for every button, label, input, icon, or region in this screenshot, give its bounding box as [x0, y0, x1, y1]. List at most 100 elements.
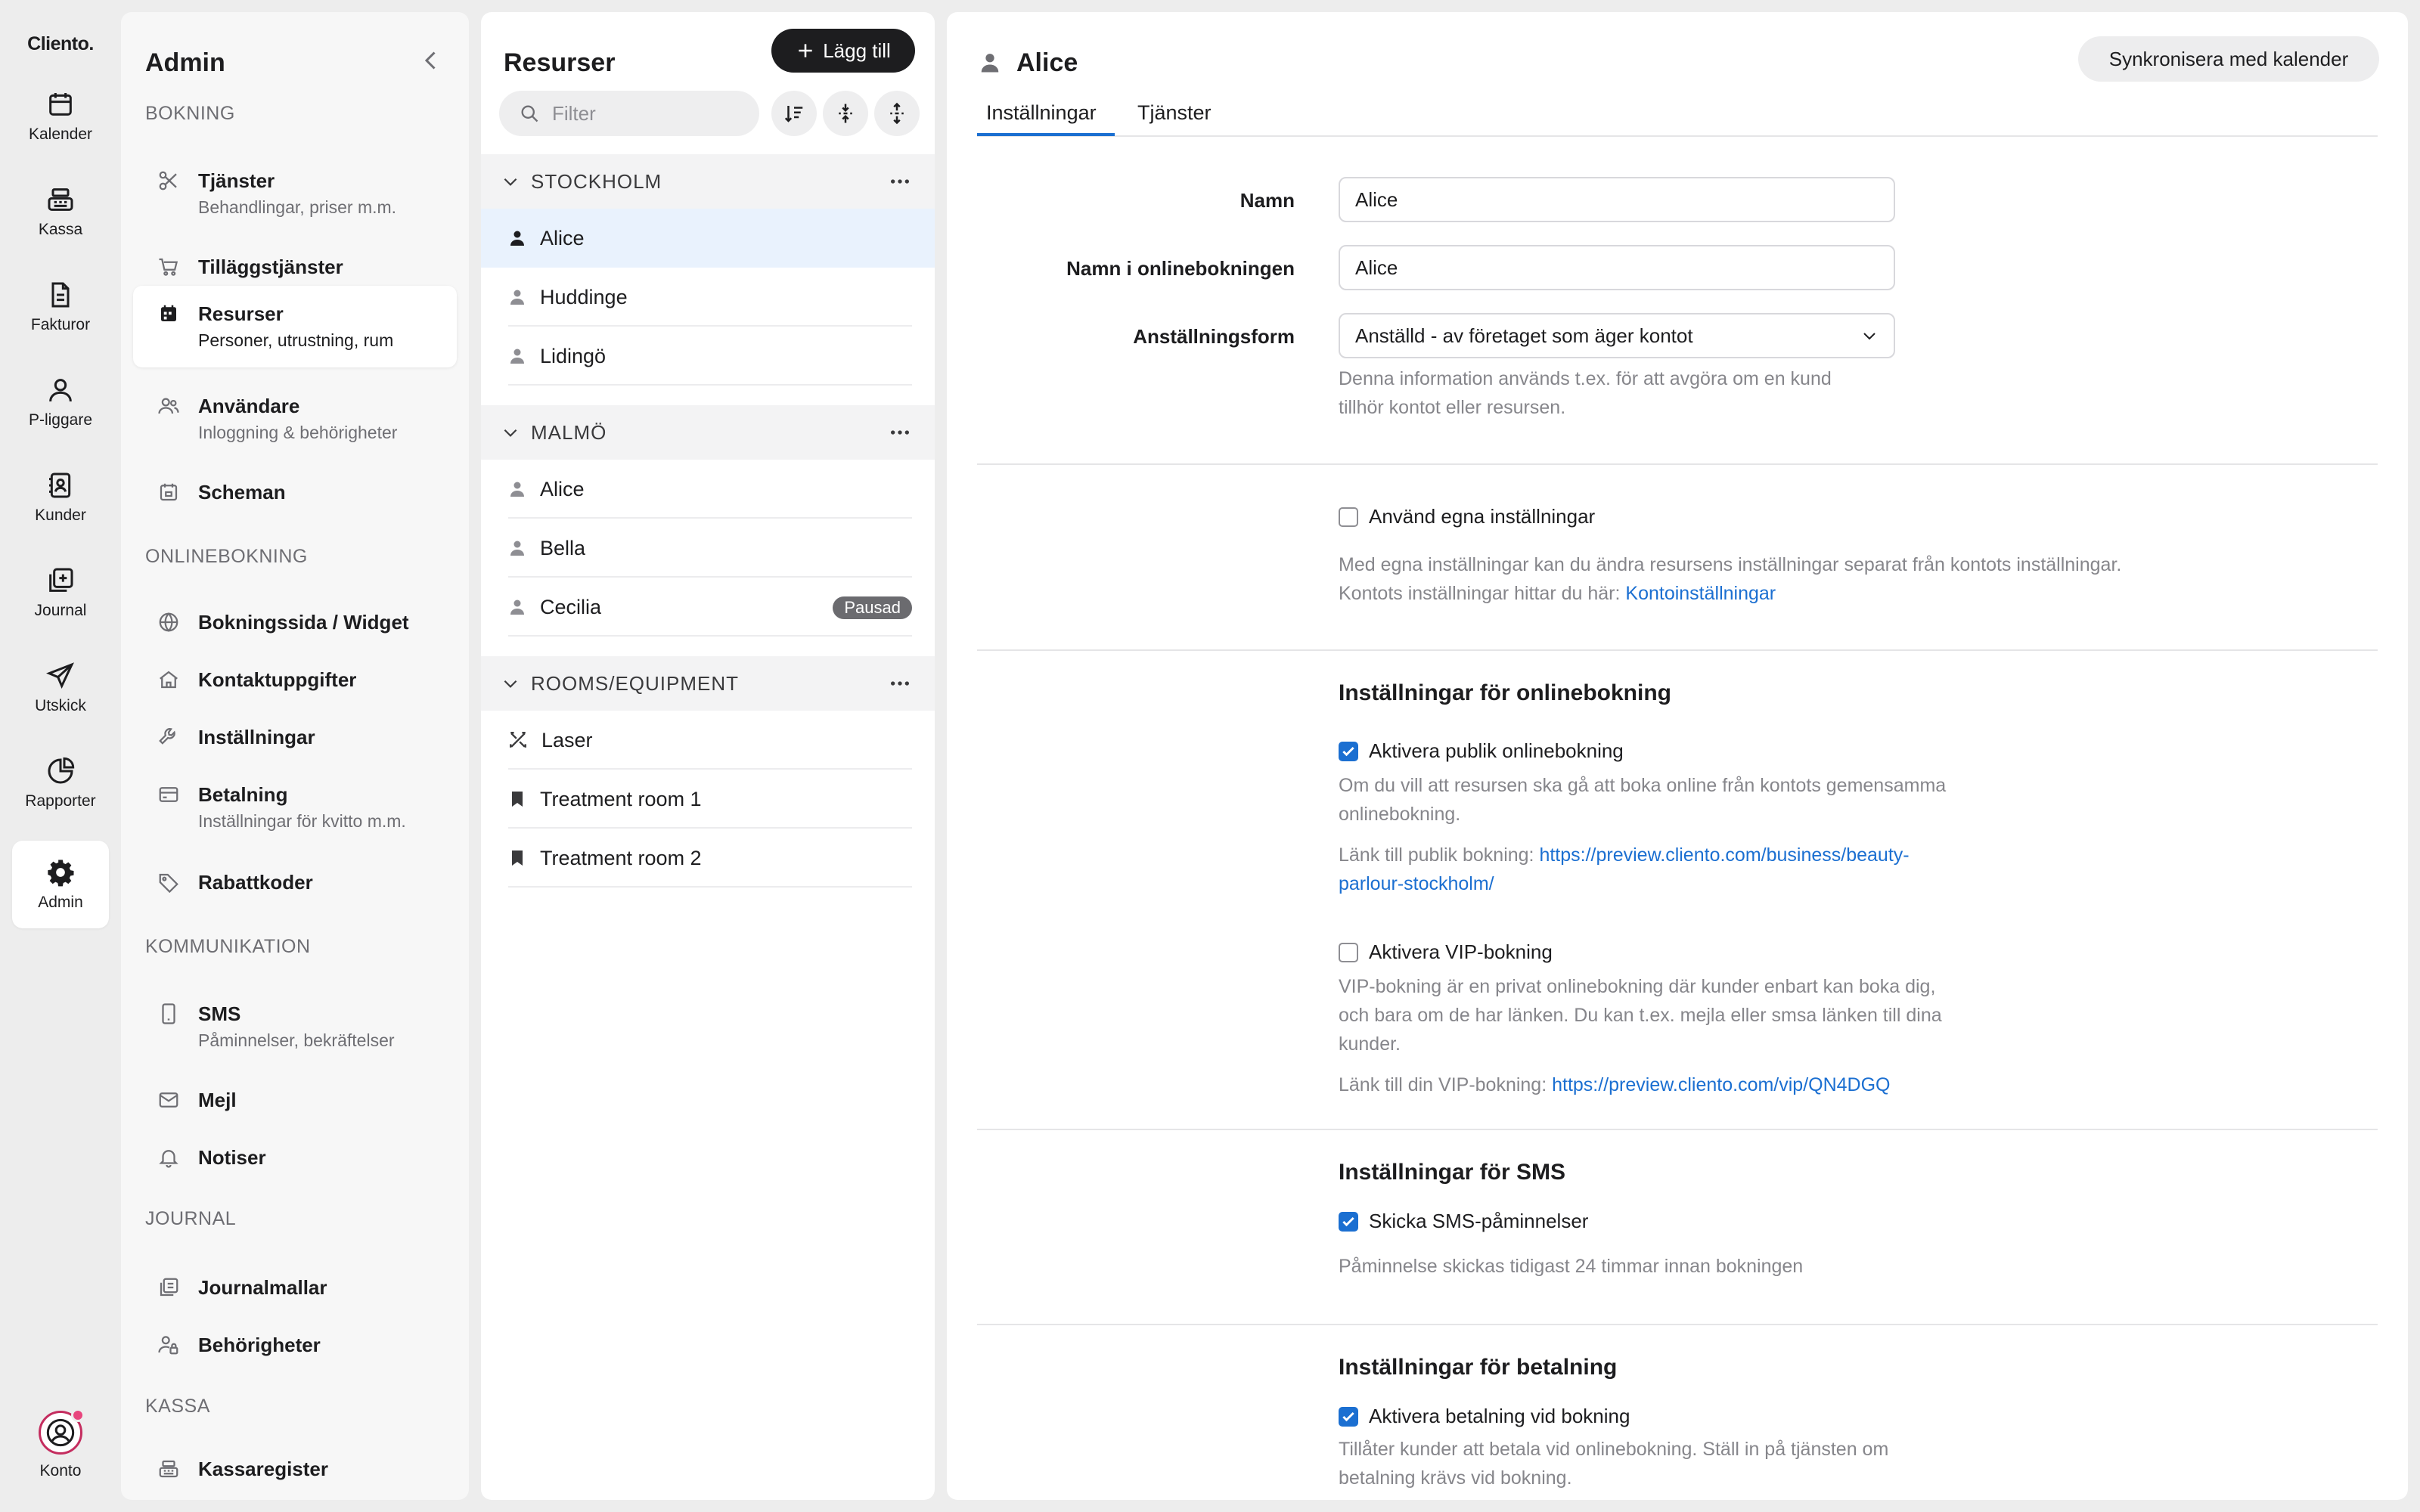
- chevron-left-icon[interactable]: [417, 47, 445, 74]
- public-booking-link[interactable]: https://preview.cliento.com/business/bea…: [1539, 844, 1909, 866]
- checkmark-icon: [1342, 1216, 1354, 1226]
- phone-icon: [162, 1003, 175, 1024]
- vip-booking-checkbox-row[interactable]: Aktivera VIP-bokning: [1339, 940, 1553, 964]
- users-icon: [158, 398, 179, 414]
- resource-row-treatment-room-2[interactable]: Treatment room 2: [481, 829, 935, 888]
- resource-title: Alice: [1016, 48, 1078, 77]
- person-icon: [510, 541, 524, 556]
- more-icon[interactable]: [888, 420, 912, 445]
- person-icon: [981, 54, 999, 73]
- account-settings-link[interactable]: Kontoinställningar: [1625, 583, 1776, 604]
- nav-item-installningar[interactable]: Inställningar: [133, 711, 457, 764]
- add-resource-button[interactable]: Lägg till: [771, 29, 915, 73]
- rail-item-kassa[interactable]: Kassa: [12, 168, 109, 256]
- sync-calendar-button[interactable]: Synkronisera med kalender: [2078, 36, 2379, 82]
- rail-item-rapporter[interactable]: Rapporter: [12, 739, 109, 827]
- section-divider: [977, 1324, 2378, 1325]
- nav-item-scheman[interactable]: Scheman: [133, 466, 457, 519]
- active-tab-indicator: [977, 133, 1115, 136]
- sms-reminder-checkbox[interactable]: [1339, 1211, 1358, 1232]
- public-booking-link-cont[interactable]: parlour-stockholm/: [1339, 873, 1494, 894]
- more-icon[interactable]: [888, 169, 912, 194]
- sort-icon: [784, 106, 803, 122]
- cart-icon: [159, 258, 178, 276]
- vip-booking-link[interactable]: https://preview.cliento.com/vip/QN4DGQ: [1552, 1074, 1890, 1095]
- calendar-icon: [49, 93, 72, 116]
- nav-item-tjanster[interactable]: Tjänster Behandlingar, priser m.m.: [133, 153, 457, 228]
- name-field[interactable]: [1339, 177, 1895, 222]
- tab-installningar[interactable]: Inställningar: [986, 101, 1097, 125]
- resource-row-laser[interactable]: Laser: [481, 711, 935, 770]
- rail-item-admin[interactable]: Admin: [12, 841, 109, 928]
- mail-icon: [159, 1092, 178, 1108]
- employment-help: Denna information används t.ex. för att …: [1339, 368, 1832, 418]
- app-logo: Cliento.: [27, 33, 94, 54]
- group-header-malmo[interactable]: MALMÖ: [481, 405, 935, 460]
- person-icon: [510, 482, 524, 497]
- public-booking-help: Om du vill att resursen ska gå att boka …: [1339, 775, 1947, 825]
- nav-item-kassaregister[interactable]: Kassaregister: [133, 1442, 457, 1495]
- payment-checkbox-row[interactable]: Aktivera betalning vid bokning: [1339, 1405, 1630, 1428]
- payment-checkbox[interactable]: [1339, 1406, 1358, 1427]
- more-icon[interactable]: [888, 671, 912, 696]
- admin-panel: Admin BOKNING Tjänster Behandlingar, pri…: [121, 12, 469, 1500]
- resource-row-alice-malmo[interactable]: Alice: [481, 460, 935, 519]
- sort-button[interactable]: [771, 91, 817, 136]
- nav-item-bokningssida[interactable]: Bokningssida / Widget: [133, 596, 457, 649]
- resource-row-bella[interactable]: Bella: [481, 519, 935, 578]
- employment-select[interactable]: Anställd - av företaget som äger kontot: [1339, 313, 1895, 358]
- expand-all-button[interactable]: [874, 91, 920, 136]
- bookmark-icon: [512, 792, 523, 807]
- resource-row-lidingo[interactable]: Lidingö: [481, 327, 935, 386]
- resource-row-treatment-room-1[interactable]: Treatment room 1: [481, 770, 935, 829]
- collapse-all-button[interactable]: [823, 91, 868, 136]
- nav-item-journalmallar[interactable]: Journalmallar: [133, 1261, 457, 1314]
- nav-item-sms[interactable]: SMS Påminnelser, bekräftelser: [133, 987, 457, 1063]
- chevron-down-icon: [1863, 333, 1876, 340]
- public-booking-checkbox[interactable]: [1339, 741, 1358, 761]
- rail-item-kalender[interactable]: Kalender: [12, 73, 109, 160]
- nav-item-anvandare[interactable]: Användare Inloggning & behörigheter: [133, 380, 457, 455]
- filter-field[interactable]: [499, 91, 759, 136]
- nav-item-rabattkoder[interactable]: Rabattkoder: [133, 856, 457, 909]
- collapse-icon: [839, 104, 852, 123]
- checkmark-icon: [1342, 746, 1354, 756]
- contacts-icon: [49, 472, 71, 498]
- public-booking-checkbox-row[interactable]: Aktivera publik onlinebokning: [1339, 739, 1624, 763]
- own-settings-checkbox[interactable]: [1339, 507, 1358, 527]
- scissors-icon: [159, 171, 177, 191]
- nav-item-betalning[interactable]: Betalning Inställningar för kvitto m.m.: [133, 768, 457, 844]
- rail-item-p-liggare[interactable]: P-liggare: [12, 358, 109, 446]
- section-divider: [977, 463, 2378, 465]
- resource-row-huddinge[interactable]: Huddinge: [481, 268, 935, 327]
- group-header-rooms-equipment[interactable]: ROOMS/EQUIPMENT: [481, 656, 935, 711]
- resources-icon: [161, 305, 176, 321]
- rail-item-utskick[interactable]: Utskick: [12, 644, 109, 732]
- group-header-stockholm[interactable]: STOCKHOLM: [481, 154, 935, 209]
- sms-reminder-checkbox-row[interactable]: Skicka SMS-påminnelser: [1339, 1210, 1588, 1233]
- nav-item-notiser[interactable]: Notiser: [133, 1131, 457, 1184]
- avatar: [39, 1408, 85, 1455]
- wrench-icon: [159, 728, 175, 745]
- rail-item-journal[interactable]: Journal: [12, 549, 109, 637]
- nav-item-mejl[interactable]: Mejl: [133, 1074, 457, 1126]
- resource-row-cecilia[interactable]: Cecilia Pausad: [481, 578, 935, 637]
- user-avatar-icon: [46, 1418, 75, 1447]
- own-settings-checkbox-row[interactable]: Använd egna inställningar: [1339, 505, 1595, 528]
- tag-icon: [159, 873, 178, 894]
- vip-booking-checkbox[interactable]: [1339, 942, 1358, 962]
- journal-icon: [49, 568, 73, 592]
- user-lock-icon: [158, 1336, 178, 1355]
- nav-item-resurser[interactable]: Resurser Personer, utrustning, rum: [133, 286, 457, 367]
- tab-tjanster[interactable]: Tjänster: [1137, 101, 1212, 125]
- bell-icon: [159, 1150, 178, 1168]
- resource-row-alice[interactable]: Alice: [481, 209, 935, 268]
- filter-input[interactable]: [552, 101, 749, 125]
- expand-icon: [890, 102, 904, 125]
- rail-item-fakturor[interactable]: Fakturor: [12, 263, 109, 351]
- nav-item-behorigheter[interactable]: Behörigheter: [133, 1318, 457, 1371]
- account-button[interactable]: Konto: [12, 1400, 109, 1491]
- online-name-field[interactable]: [1339, 245, 1895, 290]
- nav-item-kontaktuppgifter[interactable]: Kontaktuppgifter: [133, 653, 457, 706]
- rail-item-kunder[interactable]: Kunder: [12, 454, 109, 541]
